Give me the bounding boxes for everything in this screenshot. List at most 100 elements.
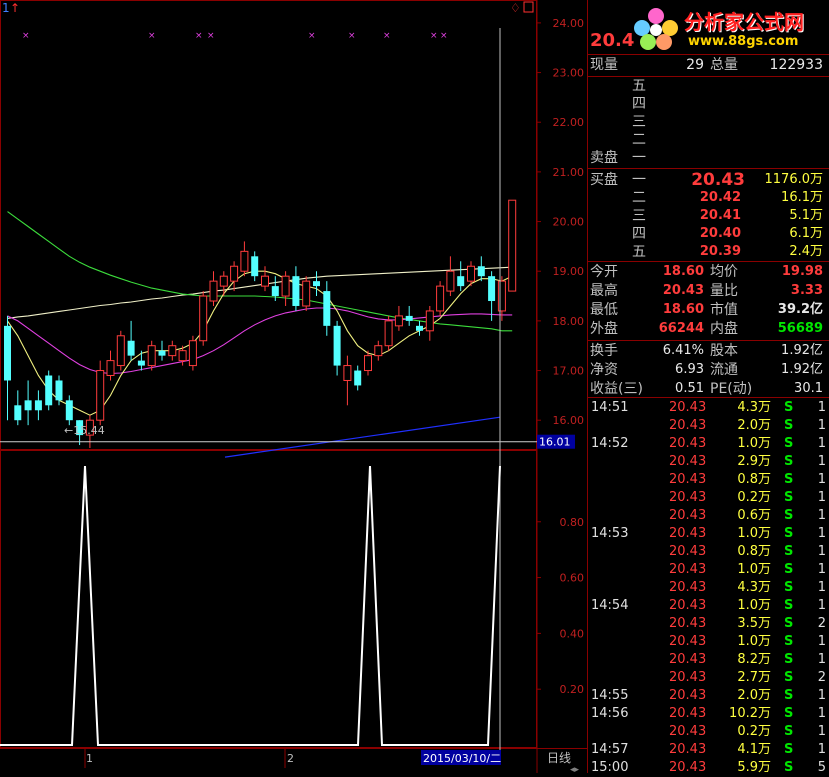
tick-row[interactable]: 20.43 0.6万 S 1 [588,507,829,525]
sell-level-row: 三 [588,113,829,131]
tick-count: 1 [817,706,826,721]
tick-volume: 0.8万 [737,472,771,487]
tick-side: S [784,616,794,631]
tick-row[interactable]: 15:00 20.43 5.9万 S 5 [588,759,829,777]
candle-body [14,405,22,421]
sell-level-row: 五 [588,77,829,95]
tick-row[interactable]: 20.43 0.8万 S 1 [588,543,829,561]
candle-body [384,320,393,347]
tick-volume: 5.9万 [737,760,771,775]
tick-row[interactable]: 14:54 20.43 1.0万 S 1 [588,597,829,615]
tick-time: 15:00 [591,760,629,775]
buy-level-price: 20.42 [699,190,741,205]
buy-level-price: 20.43 [691,170,745,190]
stat-label: 换手 [590,343,618,359]
tick-price: 20.43 [669,742,707,757]
divider [588,340,829,341]
candle-body [323,291,331,326]
tick-row[interactable]: 14:55 20.43 2.0万 S 1 [588,687,829,705]
tick-volume: 1.0万 [737,634,771,649]
candle-body [343,365,352,381]
candle-body [45,375,53,406]
tick-price: 20.43 [669,706,707,721]
flower-icon [634,8,678,50]
indicator-y-label: 0.40 [560,627,585,640]
y-tick-label: 19.00 [553,265,585,278]
candle-body [65,400,73,421]
chart-area[interactable]: 24.00 23.00 22.00 21.00 20.00 19.00 18.00 17.00… [0,0,588,773]
stat-row: 净资 6.93 流通 1.92亿 [588,361,829,379]
candle-body [302,280,311,307]
stat-label: 流通 [710,362,738,378]
cross-mark: × [195,31,203,41]
stat-label: 净资 [590,362,618,378]
candle-body [292,276,300,306]
cross-mark: × [148,31,156,41]
price-marker-label: 16.01 [539,436,571,449]
y-tick-label: 23.00 [553,67,585,80]
tick-row[interactable]: 14:51 20.43 4.3万 S 1 [588,399,829,417]
tick-row[interactable]: 20.43 2.0万 S 1 [588,417,829,435]
stat-value: 6.93 [675,362,704,377]
site-logo: 分析家公式网 www.88gs.com [626,2,829,54]
tick-row[interactable]: 20.43 0.8万 S 1 [588,471,829,489]
tick-row[interactable]: 20.43 8.2万 S 1 [588,651,829,669]
total-vol-label: 总量 [710,57,738,73]
tick-row[interactable]: 20.43 2.9万 S 1 [588,453,829,471]
tick-volume: 2.9万 [737,454,771,469]
buy-level-volume: 6.1万 [789,226,823,241]
tick-count: 1 [817,742,826,757]
tick-row[interactable]: 20.43 0.2万 S 1 [588,723,829,741]
divider [588,76,829,77]
stat-value: 20.43 [662,283,704,298]
tick-row[interactable]: 14:52 20.43 1.0万 S 1 [588,435,829,453]
diamond-icon: ♢ [510,1,521,15]
candle-body [508,199,517,292]
candle-body [116,335,125,367]
tick-time: 14:55 [591,688,629,703]
stat-value: 30.1 [794,381,823,396]
tick-time: 14:53 [591,526,629,541]
y-tick-label: 21.00 [553,166,585,179]
tick-row[interactable]: 20.43 1.0万 S 1 [588,633,829,651]
stat-label: 均价 [710,264,738,280]
x-axis-label: 1 [86,752,93,765]
indicator-line [0,465,501,746]
up-arrow-icon: ↑ [10,1,20,15]
tick-row[interactable]: 14:57 20.43 4.1万 S 1 [588,741,829,759]
candle-body [425,310,434,332]
sell-level-label: 四 [632,96,646,112]
tick-row[interactable]: 20.43 4.3万 S 1 [588,579,829,597]
stat-label: 股本 [710,343,738,359]
candle-body [416,325,423,331]
volume-row: 现量 29 总量 122933 [588,56,829,74]
buy-level-volume: 16.1万 [781,190,823,205]
tick-count: 1 [817,490,826,505]
tick-row[interactable]: 20.43 2.7万 S 2 [588,669,829,687]
y-tick-label: 16.00 [553,414,585,427]
kline-chart-svg[interactable]: 24.00 23.00 22.00 21.00 20.00 19.00 18.00 17.00… [0,0,588,773]
window-box-icon [523,1,534,13]
tick-count: 1 [817,544,826,559]
candle-body [405,315,413,321]
tick-row[interactable]: 14:53 20.43 1.0万 S 1 [588,525,829,543]
stat-label: PE(动) [710,381,753,397]
stat-row: 换手 6.41% 股本 1.92亿 [588,342,829,360]
trend-line [224,416,501,458]
stat-label: 外盘 [590,321,618,337]
tick-row[interactable]: 20.43 3.5万 S 2 [588,615,829,633]
tick-price: 20.43 [669,436,707,451]
tick-row[interactable]: 14:56 20.43 10.2万 S 1 [588,705,829,723]
tick-side: S [784,454,794,469]
tick-row[interactable]: 20.43 0.2万 S 1 [588,489,829,507]
stat-label: 市值 [710,302,738,318]
tick-row[interactable]: 20.43 1.0万 S 1 [588,561,829,579]
buy-level-row: 一 20.43 1176.0万 [588,171,829,189]
candle-body [364,355,372,372]
candle-body [158,350,166,356]
divider [588,54,829,55]
stat-value: 19.98 [781,264,823,279]
stat-row: 收益(三) 0.51 PE(动) 30.1 [588,380,829,398]
candle-body [374,345,383,357]
tick-count: 5 [817,760,826,775]
